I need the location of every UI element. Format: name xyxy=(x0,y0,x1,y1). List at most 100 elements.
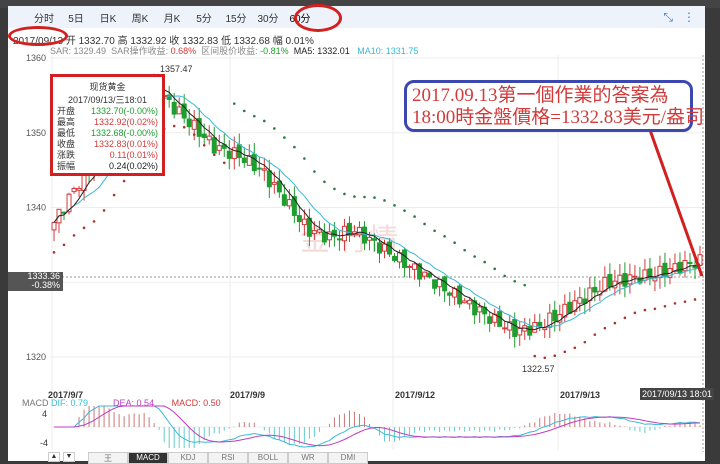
sar-dot xyxy=(222,161,226,165)
indicator-tab[interactable]: KDJ xyxy=(168,452,208,464)
sar-dot xyxy=(273,127,276,130)
sar-dot xyxy=(633,311,637,315)
candle xyxy=(527,326,533,336)
candle xyxy=(231,147,237,160)
date-label: 2017/9/9 xyxy=(230,390,266,400)
macd-tick: -4 xyxy=(40,438,49,448)
tooltip-datetime: 2017/09/13/三18:01 xyxy=(67,95,148,105)
candle xyxy=(382,243,388,252)
candle xyxy=(261,168,267,171)
candle xyxy=(276,180,282,193)
candle xyxy=(271,181,277,185)
tooltip-value: 1332.68(-0.00%) xyxy=(90,128,158,138)
candle xyxy=(487,316,493,324)
indicator-tab[interactable]: WR xyxy=(288,452,328,464)
sar-dot xyxy=(182,125,186,129)
indicator-tab[interactable]: RSI xyxy=(208,452,248,464)
candle xyxy=(256,167,262,170)
sar-dot xyxy=(303,157,306,160)
dea-line xyxy=(54,405,701,447)
candle xyxy=(392,255,398,261)
sar-dot xyxy=(293,145,296,149)
candle xyxy=(226,150,232,159)
sar-dot xyxy=(613,321,617,325)
tooltip-title: 现货黄金 xyxy=(89,82,126,92)
candle xyxy=(321,231,327,243)
candle-tooltip: 现货黄金 2017/09/13/三18:01 开盘 1332.70(-0.00%)… xyxy=(50,74,165,176)
candle xyxy=(301,218,307,226)
y-tick-label: 1320 xyxy=(26,352,46,362)
sar-dot xyxy=(172,124,176,128)
candle xyxy=(387,241,393,255)
sar-dot xyxy=(373,196,376,199)
sar-dot xyxy=(333,187,336,191)
candle xyxy=(467,299,473,305)
tooltip-row: 涨跌 0.11(0.01%) xyxy=(57,150,158,161)
candle xyxy=(607,273,613,288)
date-label: 2017/9/12 xyxy=(395,390,436,400)
sar-dot xyxy=(52,251,56,254)
candle xyxy=(366,236,372,241)
tooltip-row: 开盘 1332.70(-0.00%) xyxy=(57,106,158,117)
sar-dot xyxy=(473,255,476,258)
candle xyxy=(517,327,523,336)
candle xyxy=(502,327,508,330)
y-tick-label: 1360 xyxy=(26,53,46,63)
kline-chart[interactable]: 13601350134013301320金 行情1357.471322.57 xyxy=(0,0,720,461)
candle xyxy=(497,311,503,327)
current-price-tag: 1333.36 -0.38% xyxy=(8,272,63,291)
crosshair-time-tag: 2017/09/13 18:01 xyxy=(640,388,715,400)
highlight-oval-tab xyxy=(294,4,342,32)
candle xyxy=(71,188,77,193)
sar-dot xyxy=(383,199,386,202)
indicator-tab[interactable]: 王 xyxy=(88,452,128,464)
sar-dot xyxy=(263,119,266,123)
sar-dot xyxy=(102,209,106,212)
tooltip-label: 开盘 xyxy=(57,106,76,116)
candle xyxy=(632,275,638,278)
annotation-callout: 2017.09.13第一個作業的答案為 18:00時金盤價格=1332.83美元… xyxy=(404,80,704,132)
sar-dot xyxy=(82,226,86,230)
tooltip-value: 0.11(0.01%) xyxy=(109,150,158,160)
sar-dot xyxy=(623,316,627,320)
sar-dot xyxy=(253,114,256,118)
indicator-tab[interactable]: MACD xyxy=(128,452,168,464)
sar-dot xyxy=(663,304,667,308)
candle xyxy=(457,285,463,305)
candle xyxy=(592,286,598,293)
macd-tick: 4 xyxy=(42,409,48,419)
sar-dot xyxy=(192,133,196,136)
candle xyxy=(442,276,448,292)
candle xyxy=(687,261,693,264)
sar-dot xyxy=(433,229,436,233)
candle xyxy=(281,194,287,206)
candle xyxy=(377,242,383,254)
candle xyxy=(447,292,453,296)
sar-dot xyxy=(313,170,316,173)
candle xyxy=(336,238,342,241)
callout-line1: 2017.09.13第一個作業的答案為 xyxy=(412,85,669,106)
date-label: 2017/9/13 xyxy=(560,390,601,400)
sar-dot xyxy=(463,248,466,252)
sar-dot xyxy=(62,243,66,247)
macd-value: MACD: 0.50 xyxy=(171,398,221,408)
indicator-tab[interactable]: DMI xyxy=(328,452,368,464)
candle xyxy=(311,230,317,235)
tooltip-value: 1332.92(0.02%) xyxy=(93,117,158,127)
sar-dot xyxy=(343,192,346,196)
candle xyxy=(402,249,408,268)
macd-dif: DIF: 0.79 xyxy=(51,398,89,408)
sar-dot xyxy=(563,350,567,354)
candle xyxy=(251,153,257,172)
candle xyxy=(241,157,247,163)
candle xyxy=(191,119,197,130)
sar-dot xyxy=(643,308,647,312)
sar-dot xyxy=(503,274,506,278)
indicator-tab[interactable]: BOLL xyxy=(248,452,288,464)
sar-dot xyxy=(323,180,326,184)
sar-dot xyxy=(483,260,486,264)
candle xyxy=(477,306,483,313)
sar-dot xyxy=(683,300,687,303)
tooltip-row: 最高 1332.92(0.02%) xyxy=(57,117,158,128)
candle xyxy=(216,145,222,151)
